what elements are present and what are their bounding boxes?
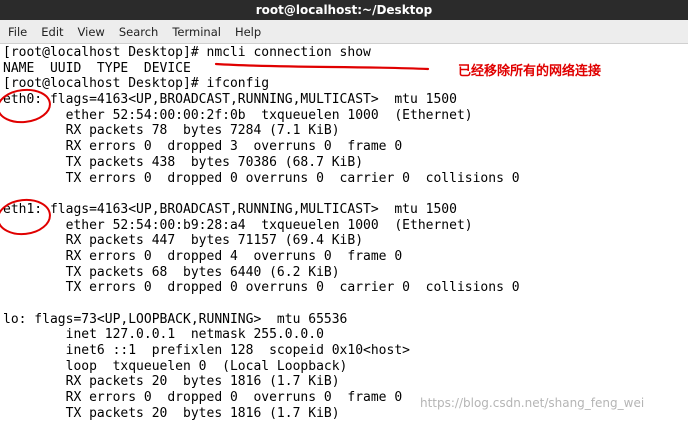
terminal-line: TX packets 68 bytes 6440 (6.2 KiB): [3, 264, 340, 280]
terminal-line: RX errors 0 dropped 4 overruns 0 frame 0: [3, 248, 403, 264]
terminal-line: inet6 ::1 prefixlen 128 scopeid 0x10<hos…: [3, 343, 410, 359]
terminal-line: lo: flags=73<UP,LOOPBACK,RUNNING> mtu 65…: [3, 311, 348, 327]
menu-view[interactable]: View: [78, 25, 105, 39]
menu-bar: File Edit View Search Terminal Help: [0, 20, 688, 44]
window-titlebar: root@localhost:~/Desktop: [0, 0, 688, 20]
terminal-line: TX errors 0 dropped 0 overruns 0 carrier…: [3, 170, 520, 186]
terminal-line: [root@localhost Desktop]# nmcli connecti…: [3, 45, 371, 60]
window-title: root@localhost:~/Desktop: [255, 3, 433, 17]
terminal-line: TX packets 438 bytes 70386 (68.7 KiB): [3, 154, 364, 170]
terminal-line: ether 52:54:00:00:2f:0b txqueuelen 1000 …: [3, 107, 473, 123]
menu-edit[interactable]: Edit: [41, 25, 63, 39]
terminal-line: loop txqueuelen 0 (Local Loopback): [3, 358, 348, 374]
terminal-line: eth0: flags=4163<UP,BROADCAST,RUNNING,MU…: [3, 92, 457, 108]
terminal-line: ether 52:54:00:b9:28:a4 txqueuelen 1000 …: [3, 217, 473, 233]
terminal-line: RX packets 20 bytes 1816 (1.7 KiB): [3, 374, 340, 390]
watermark-text: https://blog.csdn.net/shang_feng_wei: [420, 396, 645, 410]
terminal-line: RX errors 0 dropped 3 overruns 0 frame 0: [3, 139, 403, 155]
terminal-line: RX packets 78 bytes 7284 (7.1 KiB): [3, 123, 340, 139]
annotation-note: 已经移除所有的网络连接: [458, 64, 602, 79]
menu-terminal[interactable]: Terminal: [172, 25, 221, 39]
terminal-line: inet 127.0.0.1 netmask 255.0.0.0: [3, 327, 324, 343]
terminal-line: TX errors 0 dropped 0 overruns 0 carrier…: [3, 280, 520, 296]
terminal-line: RX packets 447 bytes 71157 (69.4 KiB): [3, 233, 364, 249]
menu-search[interactable]: Search: [119, 25, 159, 39]
terminal-line: eth1: flags=4163<UP,BROADCAST,RUNNING,MU…: [3, 201, 457, 217]
menu-help[interactable]: Help: [235, 25, 261, 39]
menu-file[interactable]: File: [8, 25, 27, 39]
terminal-output[interactable]: [root@localhost Desktop]# nmcli connecti…: [0, 45, 688, 422]
